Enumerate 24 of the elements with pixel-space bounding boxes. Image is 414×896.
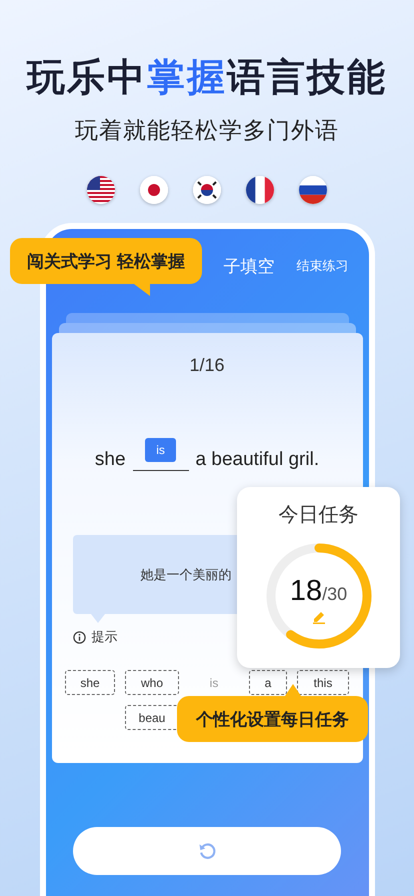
headline: 玩乐中掌握语言技能 <box>27 56 387 101</box>
flag-icon <box>299 176 327 204</box>
info-icon <box>72 630 86 644</box>
flag-icon <box>246 176 274 204</box>
screen-title: 子填空 <box>224 256 274 278</box>
task-total: /30 <box>322 584 348 604</box>
refresh-icon <box>197 841 217 861</box>
progress-text: 1/16 <box>189 355 225 376</box>
word-chip[interactable]: who <box>125 670 179 695</box>
word-chip[interactable]: a <box>249 670 287 695</box>
feature-callout: 闯关式学习 轻松掌握 <box>10 238 202 296</box>
reset-button[interactable] <box>73 827 341 875</box>
task-title: 今日任务 <box>278 503 358 528</box>
sentence-text: a beautiful gril. <box>196 449 320 471</box>
task-done-count: 18 <box>290 574 322 608</box>
flag-icon <box>140 176 168 204</box>
translation-text: 她是一个美丽的 <box>140 566 232 584</box>
answer-chip[interactable]: is <box>145 438 176 462</box>
subtitle: 玩着就能轻松学多门外语 <box>75 116 339 145</box>
flag-icon <box>87 176 115 204</box>
word-chip[interactable]: she <box>65 670 115 695</box>
flag-icon <box>193 176 221 204</box>
hint-button[interactable]: 提示 <box>92 628 118 646</box>
sentence-word: she <box>94 449 126 471</box>
